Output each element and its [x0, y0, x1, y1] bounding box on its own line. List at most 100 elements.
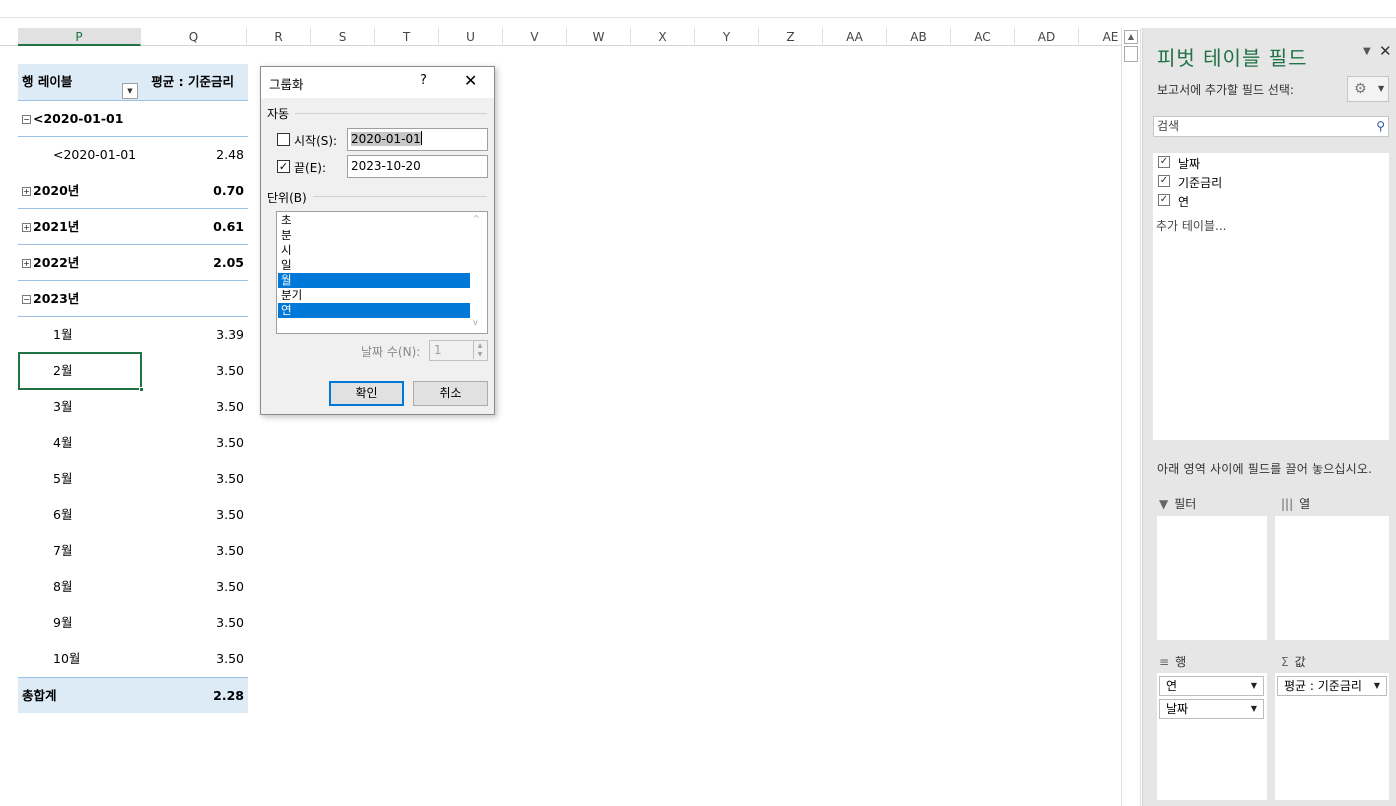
chevron-down-icon[interactable]: ▼ — [1251, 677, 1257, 695]
expand-icon[interactable]: + — [22, 187, 31, 196]
spin-down-icon[interactable]: ▼ — [473, 350, 486, 359]
row-value: 3.50 — [216, 507, 244, 522]
search-icon[interactable]: ⚲ — [1376, 117, 1385, 136]
area-field-pill[interactable]: 평균 : 기준금리 ▼ — [1277, 676, 1387, 696]
end-date-input[interactable]: 2023-10-20 — [347, 155, 488, 178]
column-header-p[interactable]: P — [18, 28, 141, 46]
list-up-icon[interactable]: ^ — [473, 214, 480, 223]
column-header-x[interactable]: X — [631, 28, 695, 46]
expand-icon[interactable]: + — [22, 259, 31, 268]
pivot-item-row[interactable]: 6월 3.50 — [18, 497, 248, 533]
gear-icon[interactable]: ⚙ ▼ — [1347, 76, 1389, 102]
unit-section-label: 단위(B) — [267, 191, 307, 205]
row-label: 1월 — [53, 327, 73, 342]
column-header-ac[interactable]: AC — [951, 28, 1015, 46]
column-header-s[interactable]: S — [311, 28, 375, 46]
close-icon[interactable]: ✕ — [464, 71, 477, 90]
field-checkbox[interactable]: ✓ — [1158, 156, 1170, 168]
scroll-up-icon[interactable]: ▲ — [1124, 30, 1138, 44]
pivot-group-row[interactable]: +2020년 0.70 — [18, 173, 248, 209]
grand-total-label: 총합계 — [22, 688, 57, 703]
collapse-icon[interactable]: − — [22, 115, 31, 124]
area-field-pill[interactable]: 날짜 ▼ — [1159, 699, 1264, 719]
scroll-thumb[interactable] — [1124, 46, 1138, 62]
days-spinner[interactable]: 1 ▲ ▼ — [429, 340, 488, 361]
columns-icon: ||| — [1281, 497, 1294, 511]
column-header-y[interactable]: Y — [695, 28, 759, 46]
rows-area-label: ≡ 행 — [1159, 655, 1187, 669]
pivot-item-row[interactable]: <2020-01-01 2.48 — [18, 137, 248, 173]
pivot-group-row[interactable]: +2021년 0.61 — [18, 209, 248, 245]
pivot-item-row[interactable]: 8월 3.50 — [18, 569, 248, 605]
column-header-v[interactable]: V — [503, 28, 567, 46]
pane-close-icon[interactable]: ✕ — [1379, 42, 1392, 60]
spin-up-icon[interactable]: ▲ — [473, 341, 486, 350]
row-value: 3.50 — [216, 543, 244, 558]
field-checkbox[interactable]: ✓ — [1158, 194, 1170, 206]
row-value: 3.50 — [216, 471, 244, 486]
pivot-item-row[interactable]: 9월 3.50 — [18, 605, 248, 641]
pivot-group-row[interactable]: +2022년 2.05 — [18, 245, 248, 281]
column-header-r[interactable]: R — [247, 28, 311, 46]
listbox-scrollbar[interactable]: ^ v — [471, 212, 487, 333]
pivot-item-row[interactable]: 1월 3.39 — [18, 317, 248, 353]
unit-option[interactable]: 연 — [278, 303, 470, 318]
unit-option[interactable]: 월 — [278, 273, 470, 288]
drag-hint: 아래 영역 사이에 필드를 끌어 놓으십시오. — [1157, 462, 1373, 476]
pivot-item-row[interactable]: 7월 3.50 — [18, 533, 248, 569]
row-label: −2023년 — [22, 291, 80, 306]
start-label: 시작(S): — [294, 134, 338, 148]
chevron-down-icon[interactable]: ▼ — [1251, 700, 1257, 718]
values-area[interactable]: 평균 : 기준금리 ▼ — [1275, 673, 1389, 800]
rows-area[interactable]: 연 ▼ 날짜 ▼ — [1157, 673, 1267, 800]
field-label: 기준금리 — [1178, 176, 1223, 190]
end-checkbox[interactable]: ✓ — [277, 160, 290, 173]
field-checkbox[interactable]: ✓ — [1158, 175, 1170, 187]
expand-icon[interactable]: + — [22, 223, 31, 232]
column-header-ab[interactable]: AB — [887, 28, 951, 46]
column-header-t[interactable]: T — [375, 28, 439, 46]
chevron-down-icon[interactable]: ▼ — [1374, 677, 1380, 695]
field-search-input[interactable]: 검색 ⚲ — [1153, 116, 1389, 137]
active-cell-selection[interactable] — [18, 352, 144, 392]
column-header-q[interactable]: Q — [141, 28, 247, 46]
pivot-group-row[interactable]: −2023년 — [18, 281, 248, 317]
fill-handle[interactable] — [139, 387, 144, 392]
pivot-group-row[interactable]: − <2020-01-01 — [18, 101, 248, 137]
start-checkbox[interactable] — [277, 133, 290, 146]
unit-listbox[interactable]: ^ v 초 분 시 일 월 분기 연 — [276, 211, 488, 334]
row-label: 5월 — [53, 471, 73, 486]
column-header-aa[interactable]: AA — [823, 28, 887, 46]
row-label: 10월 — [53, 651, 81, 666]
pivot-item-row[interactable]: 5월 3.50 — [18, 461, 248, 497]
row-filter-dropdown-icon[interactable]: ▼ — [122, 83, 138, 99]
columns-area[interactable] — [1275, 516, 1389, 640]
pivot-item-row[interactable]: 10월 3.50 — [18, 641, 248, 677]
filter-area[interactable] — [1157, 516, 1267, 640]
column-header-w[interactable]: W — [567, 28, 631, 46]
pivot-item-row[interactable]: 3월 3.50 — [18, 389, 248, 425]
unit-option[interactable]: 일 — [278, 258, 470, 273]
start-date-input[interactable]: 2020-01-01 — [347, 128, 488, 151]
unit-option[interactable]: 분 — [278, 228, 470, 243]
collapse-icon[interactable]: − — [22, 295, 31, 304]
unit-option[interactable]: 분기 — [278, 288, 470, 303]
help-icon[interactable]: ? — [420, 73, 427, 88]
cancel-button[interactable]: 취소 — [413, 381, 488, 406]
row-value: 0.61 — [213, 219, 244, 234]
list-down-icon[interactable]: v — [473, 318, 478, 327]
column-header-z[interactable]: Z — [759, 28, 823, 46]
chevron-down-icon: ▼ — [1378, 84, 1385, 93]
column-header-ad[interactable]: AD — [1015, 28, 1079, 46]
ok-button[interactable]: 확인 — [329, 381, 404, 406]
vertical-scrollbar[interactable]: ▲ — [1121, 28, 1141, 806]
column-header-u[interactable]: U — [439, 28, 503, 46]
unit-option[interactable]: 초 — [278, 213, 470, 228]
unit-option[interactable]: 시 — [278, 243, 470, 258]
more-tables-link[interactable]: 추가 테이블... — [1156, 217, 1226, 234]
area-field-pill[interactable]: 연 ▼ — [1159, 676, 1264, 696]
grand-total-row[interactable]: 총합계 2.28 — [18, 677, 248, 713]
pane-options-icon[interactable]: ▼ — [1363, 46, 1371, 57]
pivot-item-row[interactable]: 4월 3.50 — [18, 425, 248, 461]
end-date-value: 2023-10-20 — [351, 159, 421, 173]
